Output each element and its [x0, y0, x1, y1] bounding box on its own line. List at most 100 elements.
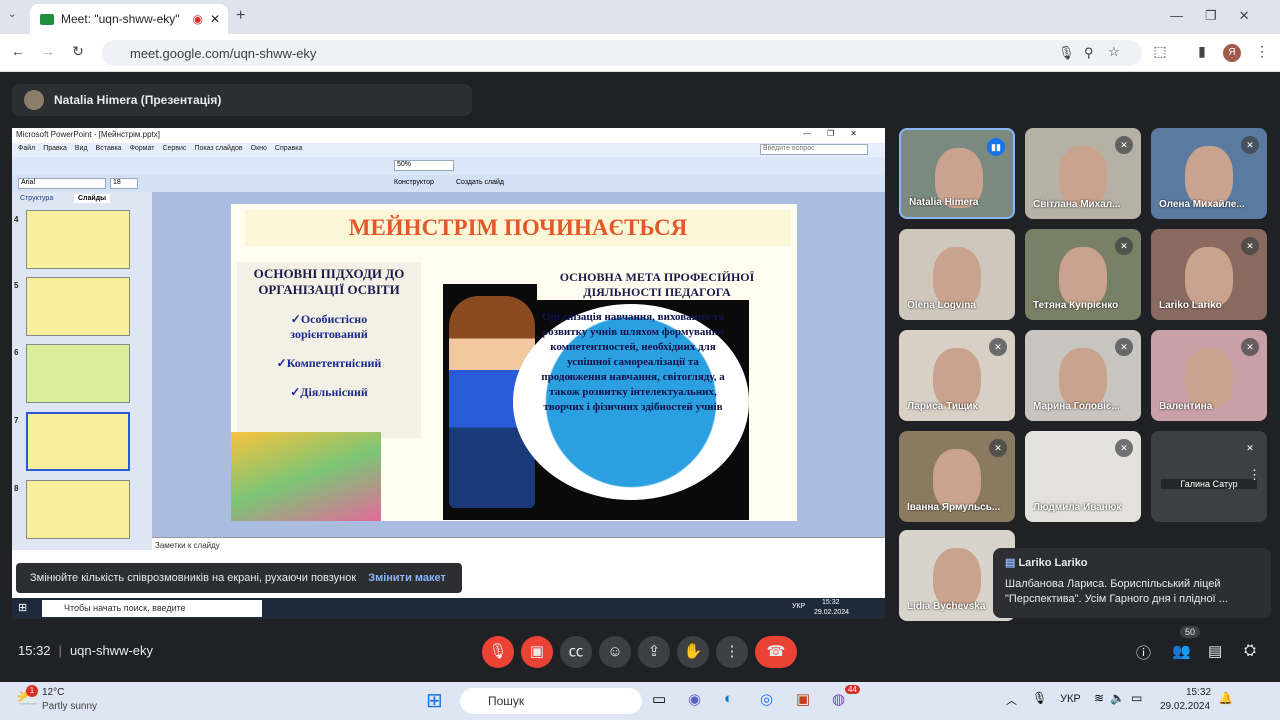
edge-icon[interactable]: ◐: [724, 690, 733, 707]
windows-start-icon[interactable]: ⊞: [426, 688, 443, 713]
participant-tile[interactable]: ✕ Іванна Ярмульсь...: [899, 431, 1015, 522]
approaches-heading: ОСНОВНІ ПІДХОДИ ДО ОРГАНІЗАЦІЇ ОСВІТИ: [253, 266, 405, 297]
participant-tile[interactable]: ✕ Валентина: [1151, 330, 1267, 421]
new-tab-icon[interactable]: +: [236, 7, 245, 25]
task-view-icon[interactable]: ▭: [652, 690, 666, 708]
weather-desc: Partly sunny: [42, 701, 98, 712]
powerpoint-icon[interactable]: ▣: [796, 690, 810, 708]
participant-tile[interactable]: ✕ Галина Сатур ⋮: [1151, 431, 1267, 522]
ppt-help-input[interactable]: Введите вопрос: [760, 144, 868, 155]
present-button[interactable]: ⇪: [638, 636, 670, 668]
notification-bell-icon[interactable]: 🔔: [1218, 691, 1233, 705]
participant-name: Світлана Михал...: [1033, 199, 1121, 210]
extensions-icon[interactable]: ⬚: [1150, 43, 1170, 60]
more-options-button[interactable]: ⋮: [716, 636, 748, 668]
ppt-window-controls[interactable]: —❐✕: [803, 129, 873, 138]
reactions-button[interactable]: ☺: [599, 636, 631, 668]
info-icon[interactable]: ⓘ: [1136, 642, 1151, 663]
zoom-icon[interactable]: ⚲: [1084, 45, 1094, 61]
ppt-menu-help[interactable]: Справка: [275, 145, 302, 155]
participant-tile[interactable]: ✕ Lariko Lariko: [1151, 229, 1267, 320]
ppt-menu-file[interactable]: Файл: [18, 145, 35, 155]
forward-icon[interactable]: →: [38, 43, 58, 59]
participant-tile[interactable]: ▮▮ Natalia Himera: [899, 128, 1015, 219]
ppt-zoom-select[interactable]: 50%: [394, 160, 454, 171]
weather-badge: 1: [26, 685, 38, 697]
slide-thumbnail[interactable]: [26, 480, 130, 539]
hand-icon: ✋: [683, 643, 703, 660]
url-text: meet.google.com/uqn-shww-eky: [130, 45, 317, 61]
tab-close-icon[interactable]: ✕: [210, 12, 228, 26]
ppt-menu-insert[interactable]: Вставка: [96, 145, 122, 155]
browser-menu-icon[interactable]: ⋮: [1252, 43, 1272, 60]
people-icon[interactable]: 👥: [1172, 642, 1191, 660]
mic-off-icon: ✕: [1115, 136, 1133, 154]
ppt-menu-edit[interactable]: Правка: [43, 145, 67, 155]
tile-more-icon[interactable]: ⋮: [1248, 467, 1261, 483]
browser-tab[interactable]: Meet: "uqn-shww-eky" ◉ ✕: [30, 4, 228, 34]
ppt-font-select[interactable]: Arial: [18, 178, 106, 189]
participant-tile[interactable]: ✕ Олена Михайле...: [1151, 128, 1267, 219]
participant-tile[interactable]: ✕ Світлана Михал...: [1025, 128, 1141, 219]
participant-name: Тетяна Купрієнко: [1033, 300, 1119, 311]
participant-tile[interactable]: ✕ Лариса Тищик: [899, 330, 1015, 421]
ppt-menu-service[interactable]: Сервис: [162, 145, 186, 155]
tab-search-icon[interactable]: ⌄: [8, 9, 16, 20]
participant-tile[interactable]: ✕ Тетяна Купрієнко: [1025, 229, 1141, 320]
taskbar-lang[interactable]: УКР: [1060, 693, 1081, 705]
change-layout-button[interactable]: Змінити макет: [368, 572, 446, 584]
tray-mic-icon[interactable]: 🎙: [1032, 691, 1047, 705]
chat-notification[interactable]: ▤ Lariko Lariko Шалбанова Лариса. Борисп…: [993, 548, 1271, 618]
raise-hand-button[interactable]: ✋: [677, 636, 709, 668]
captions-icon: ㏄: [568, 643, 584, 660]
omnibox[interactable]: meet.google.com/uqn-shww-eky 🎙 ⚲ ☆: [102, 40, 1142, 66]
teams-icon[interactable]: ◉: [688, 690, 701, 708]
ppt-tab-outline[interactable]: Структура: [20, 195, 53, 202]
start-icon[interactable]: ⊞: [18, 601, 27, 614]
participant-tile[interactable]: ✕ Марина Головіє...: [1025, 330, 1141, 421]
thumb-number: 7: [14, 416, 19, 425]
mic-icon[interactable]: 🎙: [1058, 45, 1075, 61]
hangup-icon: ☎: [766, 643, 786, 660]
ppt-fontsize-select[interactable]: 18: [110, 178, 138, 189]
ppt-menu-slideshow[interactable]: Показ слайдов: [194, 145, 242, 155]
participant-name: Lariko Lariko: [1159, 300, 1222, 311]
participant-tile[interactable]: Olena Logvina: [899, 229, 1015, 320]
participant-name: Олена Михайле...: [1159, 199, 1245, 210]
slide-thumbnail[interactable]: [26, 277, 130, 336]
slide-thumbnail-selected[interactable]: [26, 412, 130, 471]
participant-video: [933, 548, 981, 608]
profile-avatar[interactable]: Я: [1223, 44, 1241, 62]
slide-thumbnail[interactable]: [26, 344, 130, 403]
captions-button[interactable]: ㏄: [560, 636, 592, 668]
presenter-label: Natalia Himera (Презентація): [54, 93, 222, 107]
ppt-designer-button[interactable]: Конструктор: [394, 179, 434, 186]
window-controls[interactable]: —❐✕: [1170, 8, 1272, 24]
leave-call-button[interactable]: ☎: [755, 636, 797, 668]
activities-icon[interactable]: ⛭: [1244, 642, 1256, 659]
ppt-menu-format[interactable]: Формат: [130, 145, 155, 155]
mic-toggle-button[interactable]: 🎙: [482, 636, 514, 668]
inner-search-box[interactable]: Чтобы начать поиск, введите: [42, 600, 262, 617]
slide-thumbnail[interactable]: [26, 210, 130, 269]
sidepanel-icon[interactable]: ▮: [1192, 43, 1212, 60]
speaking-icon: ▮▮: [987, 138, 1005, 156]
ppt-tab-slides[interactable]: Слайды: [74, 194, 111, 203]
camera-toggle-button[interactable]: ▣: [521, 636, 553, 668]
ppt-menu-window[interactable]: Окно: [251, 145, 267, 155]
bookmark-star-icon[interactable]: ☆: [1108, 44, 1120, 60]
participant-tile[interactable]: ✕ Людмила Иванюк: [1025, 431, 1141, 522]
chat-panel-icon[interactable]: ▤: [1208, 642, 1222, 660]
reload-icon[interactable]: ↻: [68, 43, 88, 60]
ppt-menu-view[interactable]: Вид: [75, 145, 88, 155]
thumb-number: 8: [14, 484, 19, 493]
taskbar-search[interactable]: Пошук: [460, 688, 642, 714]
back-icon[interactable]: ←: [8, 43, 28, 59]
mic-off-icon: ✕: [1241, 338, 1259, 356]
chrome-icon[interactable]: ◎: [760, 690, 773, 708]
tray-chevron-icon[interactable]: ︿: [1006, 692, 1017, 708]
participant-name: Natalia Himera: [909, 197, 979, 208]
viber-icon[interactable]: ◍: [832, 690, 845, 708]
tray-network-volume-battery-icons[interactable]: ≋🔈▭: [1094, 691, 1148, 705]
ppt-new-slide-button[interactable]: Создать слайд: [456, 179, 504, 186]
